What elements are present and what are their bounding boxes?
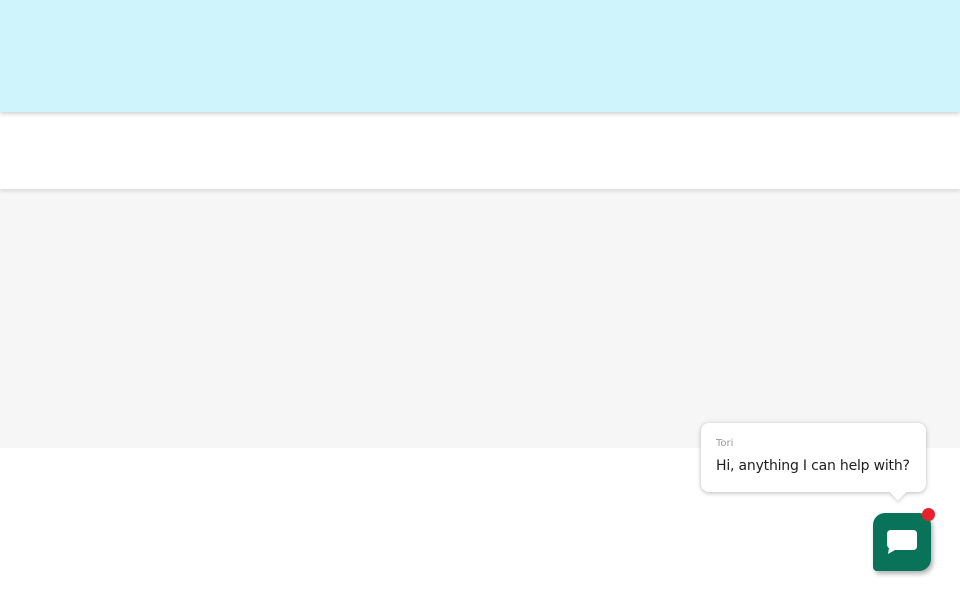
notification-dot <box>922 508 935 521</box>
content-band <box>0 189 960 448</box>
chat-greeting-message: Hi, anything I can help with? <box>716 458 910 474</box>
chat-launcher-button[interactable] <box>873 513 931 571</box>
top-banner <box>0 0 960 112</box>
nav-bar <box>0 112 960 189</box>
chat-sender-name: Tori <box>716 438 734 449</box>
chat-greeting-bubble[interactable]: Tori Hi, anything I can help with? <box>701 423 926 492</box>
page: Tori Hi, anything I can help with? <box>0 0 960 600</box>
chat-bubble-icon <box>887 530 917 554</box>
